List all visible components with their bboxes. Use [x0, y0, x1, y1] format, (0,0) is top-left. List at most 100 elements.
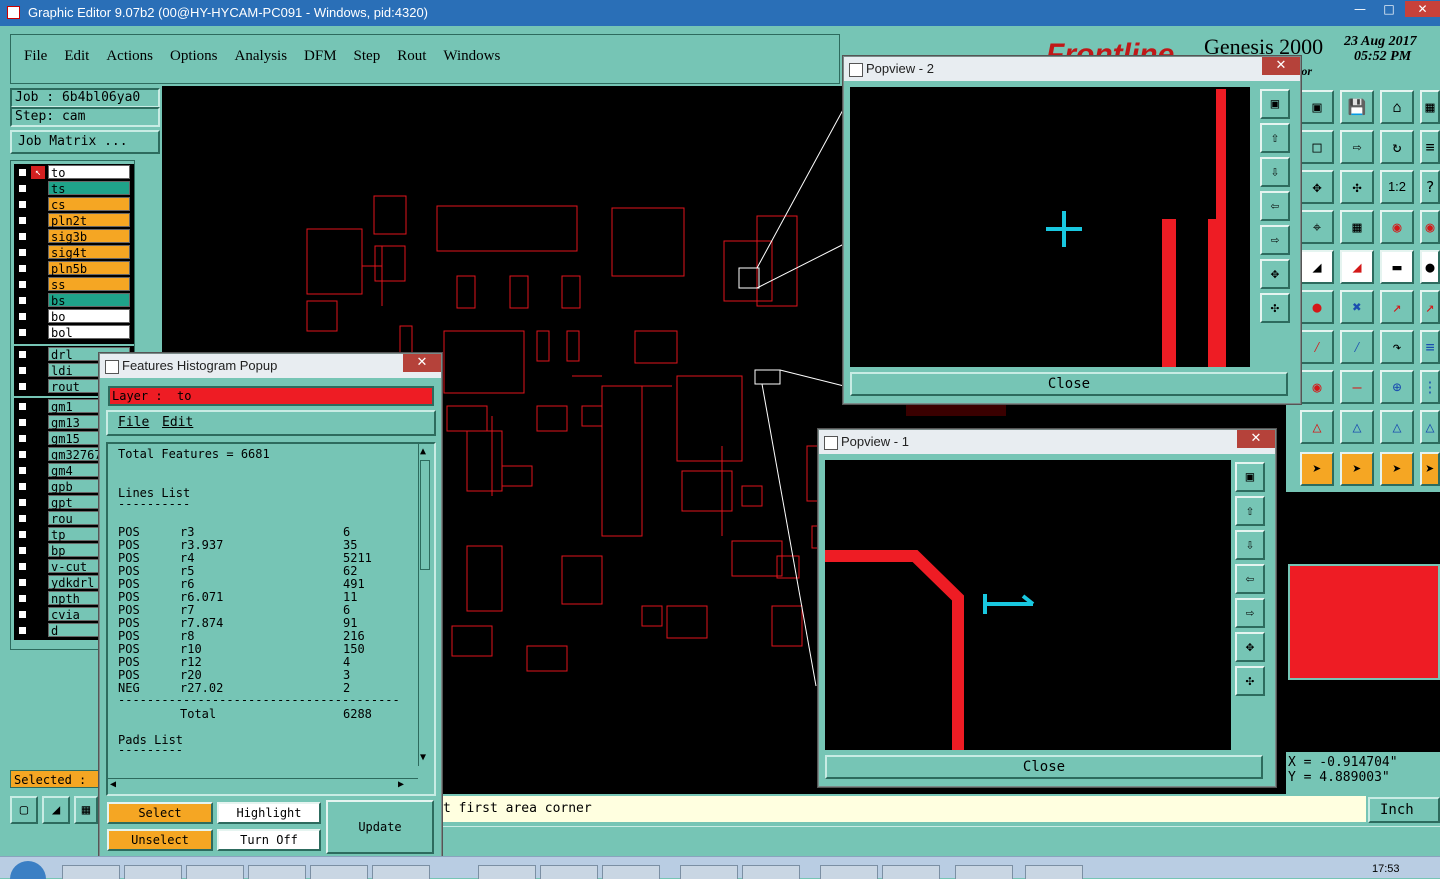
layer-checkbox[interactable] — [18, 626, 27, 635]
grid-icon[interactable]: ▦ — [1420, 90, 1440, 124]
cursor3-icon[interactable]: ➤ — [1380, 452, 1414, 486]
taskbar-app-13[interactable] — [882, 865, 940, 879]
home-view-icon[interactable]: ✣ — [1235, 666, 1265, 696]
fit-icon[interactable]: ✥ — [1260, 259, 1290, 289]
pan-right-icon[interactable]: ⇨ — [1235, 598, 1265, 628]
layer-checkbox[interactable] — [18, 328, 27, 337]
popview-2-close-button[interactable]: Close — [850, 372, 1288, 396]
layer-checkbox[interactable] — [18, 264, 27, 273]
scroll-thumb[interactable] — [420, 460, 430, 570]
zoom-in-icon[interactable]: ⇧ — [1235, 496, 1265, 526]
dots-icon[interactable]: ⋮ — [1420, 370, 1440, 404]
layer-checkbox[interactable] — [18, 594, 27, 603]
scale-icon[interactable]: 1:2 — [1380, 170, 1414, 204]
layer-checkbox[interactable] — [18, 450, 27, 459]
taskbar-app-9[interactable] — [602, 865, 660, 879]
loop-icon[interactable]: ↻ — [1380, 130, 1414, 164]
turn-off-button[interactable]: Turn Off — [217, 829, 321, 851]
menu-options[interactable]: Options — [170, 48, 218, 64]
layer-checkbox[interactable] — [18, 546, 27, 555]
lines-icon[interactable]: ≡ — [1420, 130, 1440, 164]
cross-icon[interactable]: ✖ — [1340, 290, 1374, 324]
layer-row-pln5b[interactable]: pln5b — [14, 261, 134, 276]
layer-checkbox[interactable] — [18, 248, 27, 257]
save-icon[interactable]: 💾 — [1340, 90, 1374, 124]
frame-icon[interactable]: □ — [1300, 130, 1334, 164]
taskbar-app-8[interactable] — [540, 865, 598, 879]
layer-row-cs[interactable]: cs — [14, 197, 134, 212]
histogram-menu-file[interactable]: File — [118, 412, 149, 434]
popview-1-close-button[interactable]: Close — [825, 755, 1263, 779]
fit-icon[interactable]: ✥ — [1235, 632, 1265, 662]
menu-edit[interactable]: Edit — [64, 48, 89, 64]
pen2-icon[interactable]: ⁄ — [1340, 330, 1374, 364]
pan-right-icon[interactable]: ⇨ — [1260, 225, 1290, 255]
pan-left-icon[interactable]: ⇦ — [1260, 191, 1290, 221]
grid-icon-button-1[interactable]: ▢ — [10, 796, 38, 824]
taskbar-app-2[interactable] — [124, 865, 182, 879]
pan-left-icon[interactable]: ⇦ — [1235, 564, 1265, 594]
highlight-button[interactable]: Highlight — [217, 802, 321, 824]
menu-rout[interactable]: Rout — [397, 48, 426, 64]
minus-icon[interactable]: — — [1340, 370, 1374, 404]
zoom-in-icon[interactable]: ⇧ — [1260, 123, 1290, 153]
layer-checkbox[interactable] — [18, 514, 27, 523]
layer-row-pln2t[interactable]: pln2t — [14, 213, 134, 228]
units-button[interactable]: Inch — [1368, 797, 1440, 823]
layer-checkbox[interactable] — [18, 498, 27, 507]
layer-row-to[interactable]: ↖ to — [14, 165, 134, 180]
layer-checkbox[interactable] — [18, 296, 27, 305]
zoom-out-icon[interactable]: ⇩ — [1235, 530, 1265, 560]
link-icon[interactable]: ↗ — [1420, 290, 1440, 324]
popview-2-canvas[interactable] — [850, 87, 1250, 367]
layer-checkbox[interactable] — [18, 232, 27, 241]
maximize-button[interactable]: □ — [1375, 1, 1403, 17]
node-icon[interactable]: ↗ — [1380, 290, 1414, 324]
start-button[interactable] — [10, 861, 46, 879]
taskbar-app-5[interactable] — [310, 865, 368, 879]
pad-outline-icon[interactable]: ◉ — [1420, 210, 1440, 244]
histogram-menu-edit[interactable]: Edit — [162, 412, 193, 434]
box-icon[interactable]: ◢ — [1340, 250, 1374, 284]
layer-checkbox[interactable] — [18, 562, 27, 571]
taskbar-app-10[interactable] — [680, 865, 738, 879]
update-button[interactable]: Update — [326, 800, 434, 854]
move-icon[interactable]: ✥ — [1300, 170, 1334, 204]
layer-row-bs[interactable]: bs — [14, 293, 134, 308]
layer-row-ss[interactable]: ss — [14, 277, 134, 292]
ruler-icon[interactable]: ▬ — [1380, 250, 1414, 284]
taskbar-app-12[interactable] — [820, 865, 878, 879]
grid-icon-button-3[interactable]: ▦ — [74, 796, 98, 824]
layer-checkbox[interactable] — [18, 216, 27, 225]
layer-checkbox[interactable] — [18, 482, 27, 491]
minimize-button[interactable]: — — [1346, 1, 1374, 17]
arrow-c-icon[interactable]: △ — [1380, 410, 1414, 444]
close-icon[interactable]: ✕ — [403, 354, 441, 372]
layer-checkbox[interactable] — [18, 184, 27, 193]
layer-row-sig4t[interactable]: sig4t — [14, 245, 134, 260]
cursor-icon[interactable]: ➤ — [1300, 452, 1334, 486]
circle-icon[interactable]: ● — [1420, 250, 1440, 284]
taskbar-app-15[interactable] — [1025, 865, 1083, 879]
arc-icon[interactable]: ↷ — [1380, 330, 1414, 364]
taskbar-app-3[interactable] — [186, 865, 244, 879]
menu-analysis[interactable]: Analysis — [235, 48, 288, 64]
layer-checkbox[interactable] — [18, 434, 27, 443]
layer-checkbox[interactable] — [18, 466, 27, 475]
help-icon[interactable]: ? — [1420, 170, 1440, 204]
grid-icon-button-2[interactable]: ◢ — [42, 796, 70, 824]
snap-icon[interactable]: ▦ — [1340, 210, 1374, 244]
layer-checkbox[interactable] — [18, 200, 27, 209]
select-area-icon[interactable]: ➤ — [1420, 452, 1440, 486]
center-icon[interactable]: ✣ — [1340, 170, 1374, 204]
vertical-scrollbar[interactable]: ▲ ▼ — [418, 444, 432, 766]
zoom-window-icon[interactable]: ▣ — [1260, 89, 1290, 119]
arrow-b-icon[interactable]: △ — [1340, 410, 1374, 444]
layer-checkbox[interactable] — [18, 350, 27, 359]
job-matrix-button[interactable]: Job Matrix ... — [10, 130, 160, 154]
zoom-out-icon[interactable]: ⇩ — [1260, 157, 1290, 187]
home-icon[interactable]: ⌂ — [1380, 90, 1414, 124]
layer-row-sig3b[interactable]: sig3b — [14, 229, 134, 244]
layer-checkbox[interactable] — [18, 530, 27, 539]
layer-checkbox[interactable] — [18, 312, 27, 321]
